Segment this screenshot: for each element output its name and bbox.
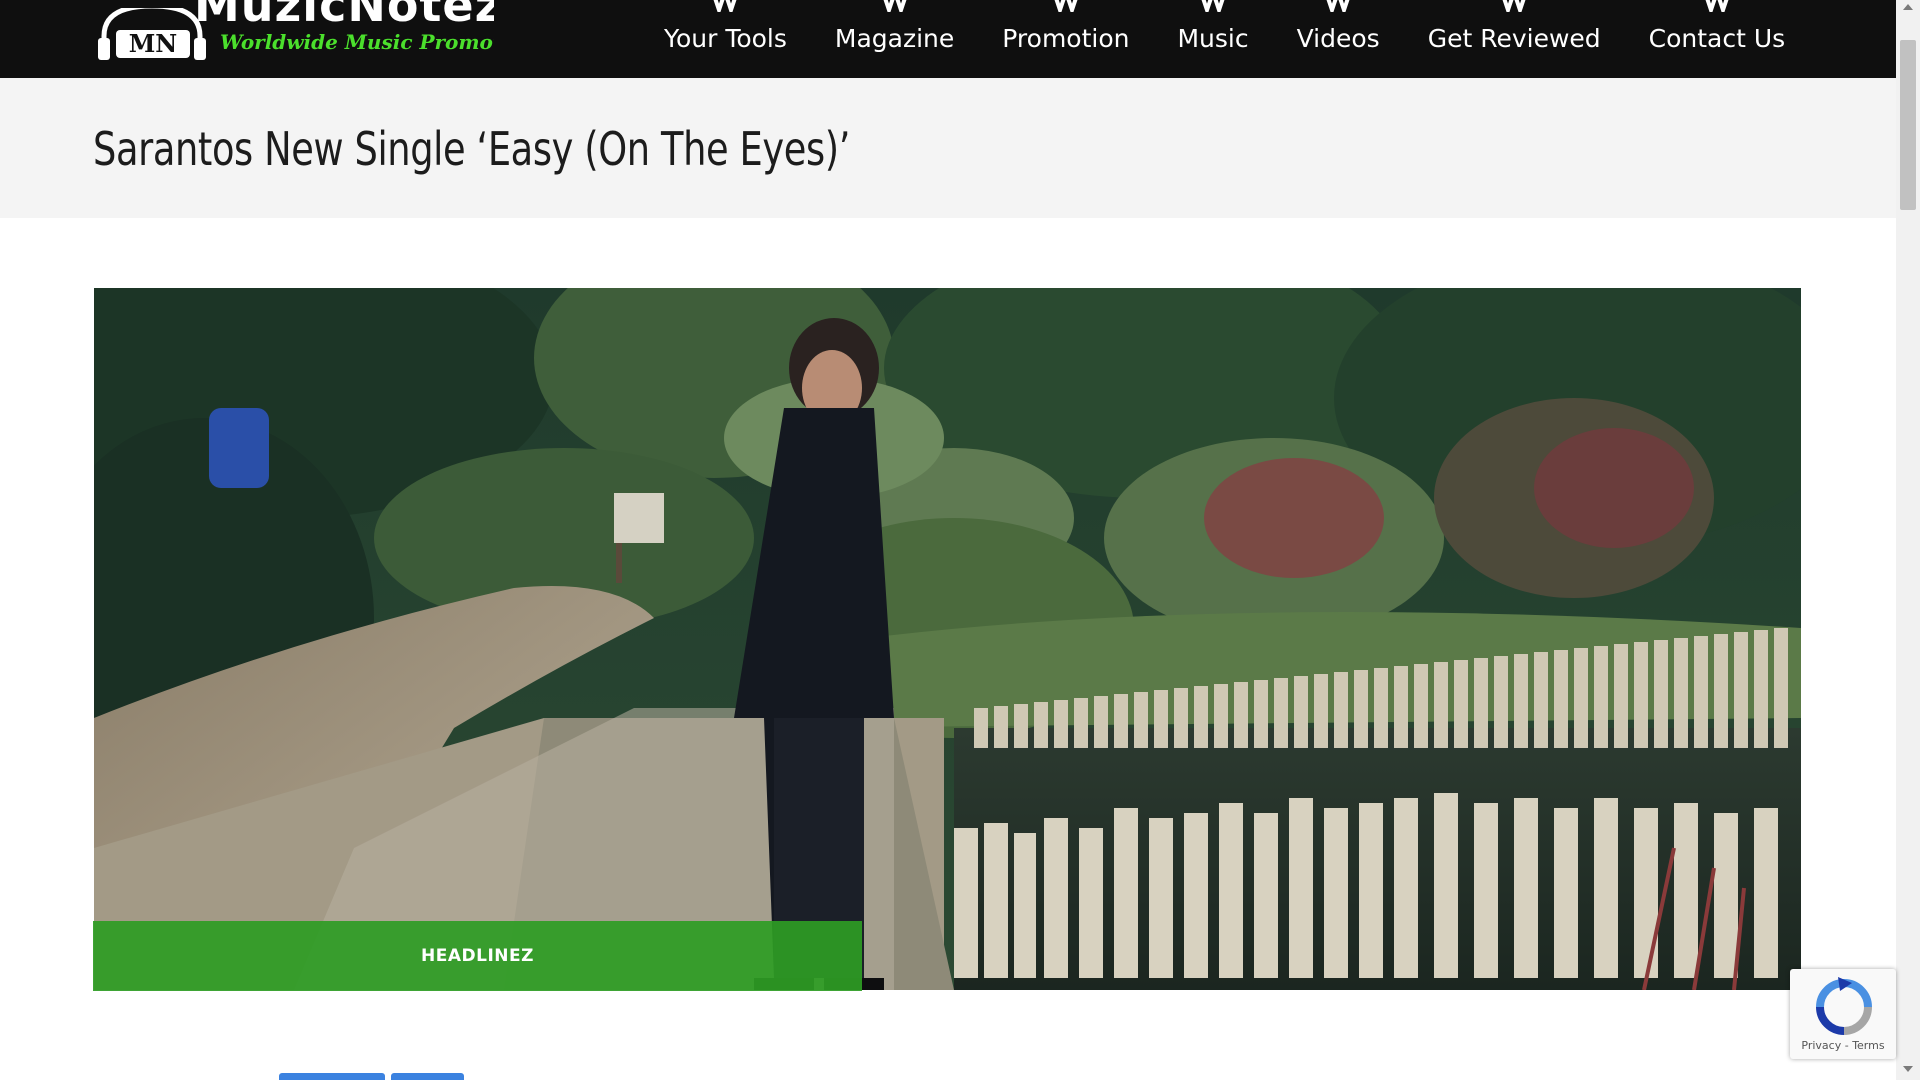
scroll-down-arrow-icon[interactable] <box>1903 1066 1913 1072</box>
main-nav: Your Tools Magazine Promotion Music Vide… <box>640 0 1809 78</box>
category-label: HEADLINEZ <box>421 946 534 966</box>
recaptcha-terms-link[interactable]: Terms <box>1852 1039 1884 1052</box>
site-header: MN MuzicNotez Worldwide Music Promotion … <box>0 0 1896 78</box>
music-note-icon <box>1502 0 1526 12</box>
recaptcha-privacy-link[interactable]: Privacy <box>1801 1039 1841 1052</box>
page-title: Sarantos New Single ‘Easy (On The Eyes)’ <box>93 122 851 176</box>
title-band: Sarantos New Single ‘Easy (On The Eyes)’ <box>0 78 1896 218</box>
featured-image[interactable] <box>94 288 1801 990</box>
nav-label: Your Tools <box>664 24 787 53</box>
nav-label: Promotion <box>1002 24 1130 53</box>
logo-title: MuzicNotez <box>194 0 494 32</box>
nav-item-videos[interactable]: Videos <box>1273 0 1404 78</box>
music-note-icon <box>883 0 907 12</box>
nav-item-get-reviewed[interactable]: Get Reviewed <box>1404 0 1625 78</box>
music-note-icon <box>1705 0 1729 12</box>
nav-item-your-tools[interactable]: Your Tools <box>640 0 811 78</box>
nav-label: Magazine <box>834 24 955 53</box>
music-note-icon <box>1326 0 1350 12</box>
scroll-up-arrow-icon[interactable] <box>1903 4 1913 10</box>
recaptcha-separator: - <box>1841 1039 1853 1052</box>
nav-item-magazine[interactable]: Magazine <box>811 0 978 78</box>
recaptcha-icon <box>1816 977 1872 1035</box>
logo-tagline: Worldwide Music Promotion <box>220 30 494 54</box>
nav-item-promotion[interactable]: Promotion <box>978 0 1153 78</box>
share-button[interactable] <box>279 1073 385 1080</box>
nav-label: Contact Us <box>1648 24 1786 53</box>
music-note-icon <box>1201 0 1225 12</box>
nav-label: Get Reviewed <box>1427 24 1601 53</box>
page-scrollbar[interactable] <box>1896 0 1920 1080</box>
nav-label: Music <box>1177 24 1249 53</box>
recaptcha-links: Privacy - Terms <box>1790 1039 1896 1052</box>
garden-photo <box>94 288 1801 990</box>
share-button[interactable] <box>391 1073 464 1080</box>
recaptcha-badge[interactable]: Privacy - Terms <box>1790 969 1896 1059</box>
music-note-icon <box>1054 0 1078 12</box>
scrollbar-thumb[interactable] <box>1900 40 1916 210</box>
category-badge[interactable]: HEADLINEZ <box>93 921 862 991</box>
music-note-icon <box>714 0 737 12</box>
page: MN MuzicNotez Worldwide Music Promotion … <box>0 0 1920 1080</box>
headphones-logo-icon: MN <box>98 8 206 60</box>
nav-label: Videos <box>1296 24 1380 53</box>
nav-item-contact-us[interactable]: Contact Us <box>1625 0 1810 78</box>
site-logo[interactable]: MN MuzicNotez Worldwide Music Promotion <box>94 0 494 62</box>
nav-item-music[interactable]: Music <box>1153 0 1272 78</box>
logo-badge-text: MN <box>129 29 178 58</box>
